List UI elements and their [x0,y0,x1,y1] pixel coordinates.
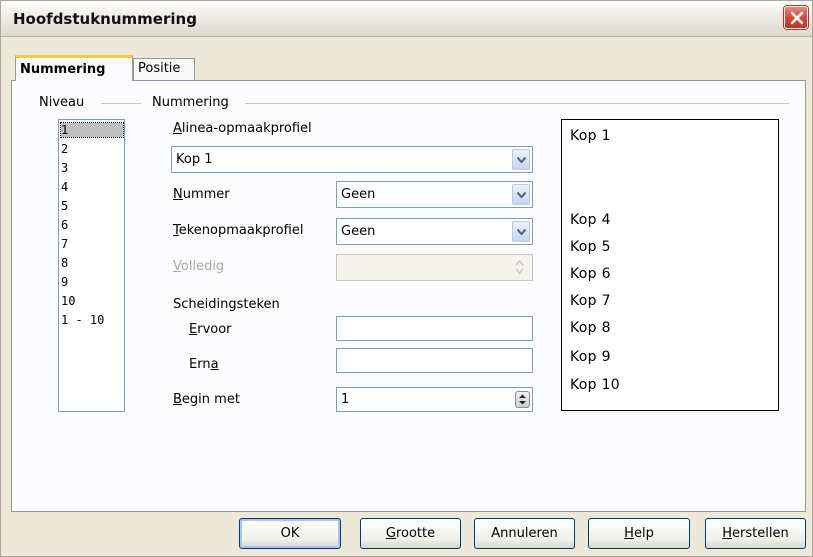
complete-label: Volledig [173,259,224,274]
size-button-label-rest: rootte [395,526,436,541]
preview-item: Kop 4 [570,212,611,228]
before-label: Ervoor [189,322,232,337]
number-label-rest: ummer [182,187,230,202]
preview-item: Kop 6 [570,266,611,282]
ok-button-label: OK [280,526,300,541]
paragraph-style-label: Alinea-opmaakprofiel [173,121,312,136]
preview-item: Kop 7 [570,293,611,309]
help-button-label-rest: elp [633,526,654,541]
char-style-label-rest: ekenopmaakprofiel [178,223,304,238]
start-at-spin-button[interactable] [515,391,530,408]
preview-item: Kop 8 [570,320,611,336]
level-item[interactable]: 3 [61,161,68,175]
help-button-mnemonic: H [624,526,634,541]
char-style-value: Geen [341,224,376,239]
level-item[interactable]: 1 [60,122,124,138]
level-item[interactable]: 2 [61,142,68,156]
spin-arrows-icon [519,394,526,405]
before-label-mnemonic: E [189,322,198,337]
level-item[interactable]: 9 [61,275,68,289]
level-item[interactable]: 10 [61,294,75,308]
char-style-dropdown-button[interactable] [512,221,530,242]
char-style-label: Tekenopmaakprofiel [173,223,303,238]
ok-button[interactable]: OK [239,518,341,549]
window-title: Hoofdstuknummering [13,10,197,28]
tab-nummering-label: Nummering [20,62,106,77]
complete-spinner [336,254,533,281]
number-label-mnemonic: N [173,187,183,202]
spin-arrows-icon [515,260,524,274]
start-at-label-mnemonic: B [173,392,182,407]
complete-label-rest: olledig [180,259,225,274]
help-button[interactable]: Help [588,518,690,549]
preview-pane: Kop 1 Kop 4 Kop 5 Kop 6 Kop 7 Kop 8 Kop … [561,119,779,411]
tab-positie-label: Positie [138,61,181,76]
level-item[interactable]: 7 [61,237,68,251]
level-item[interactable]: 8 [61,256,68,270]
level-item[interactable]: 1 - 10 [61,313,104,327]
reset-button-label-rest: erstellen [732,526,789,541]
after-label-rest: Ern [189,357,211,372]
preview-item: Kop 9 [570,349,611,365]
level-group-title: Niveau [39,95,85,110]
chevron-down-icon [517,157,526,163]
chevron-down-icon [517,229,526,235]
tab-nummering[interactable]: Nummering [15,55,133,81]
paragraph-style-label-rest: linea-opmaakprofiel [181,121,312,136]
before-label-rest: rvoor [197,322,232,337]
title-bar: Hoofdstuknummering [1,1,812,37]
level-item[interactable]: 4 [61,180,68,194]
chevron-down-icon [517,192,526,198]
start-at-spinner[interactable]: 1 [336,387,533,412]
char-style-select[interactable]: Geen [336,218,533,245]
start-at-label-rest: egin met [181,392,240,407]
after-label: Erna [189,357,219,372]
number-select[interactable]: Geen [336,181,533,208]
size-button[interactable]: Grootte [360,518,461,549]
reset-button-mnemonic: H [722,526,733,541]
preview-item: Kop 5 [570,239,611,255]
level-group-line [101,103,141,104]
preview-item: Kop 10 [570,377,621,393]
numbering-group-line [245,103,789,104]
start-at-value: 1 [341,392,350,407]
level-list[interactable]: 1 2 3 4 5 6 7 8 9 10 1 - 10 [58,119,125,412]
level-item[interactable]: 5 [61,199,68,213]
separator-label: Scheidingsteken [173,297,280,312]
reset-button[interactable]: Herstellen [705,518,806,549]
close-icon [790,11,804,25]
complete-label-mnemonic: V [173,259,181,274]
after-label-mnemonic: a [210,357,219,372]
number-label: Nummer [173,187,230,202]
start-at-label: Begin met [173,392,240,407]
number-value: Geen [341,187,376,202]
before-input[interactable] [336,316,533,341]
close-button[interactable] [784,6,808,29]
numbering-group-title: Nummering [152,95,229,110]
level-item[interactable]: 6 [61,218,68,232]
paragraph-style-select[interactable]: Kop 1 [171,146,533,173]
paragraph-style-label-mnemonic: A [173,121,182,136]
preview-item: Kop 1 [570,128,611,144]
size-button-mnemonic: G [385,526,396,541]
after-input[interactable] [336,348,533,373]
dialog-window: Hoofdstuknummering Nummering Positie Niv… [0,0,813,557]
paragraph-style-value: Kop 1 [176,152,213,167]
number-dropdown-button[interactable] [512,184,530,205]
paragraph-style-dropdown-button[interactable] [512,149,530,170]
cancel-button[interactable]: Annuleren [474,518,575,549]
cancel-button-label: Annuleren [491,526,558,541]
tab-positie[interactable]: Positie [133,58,195,80]
